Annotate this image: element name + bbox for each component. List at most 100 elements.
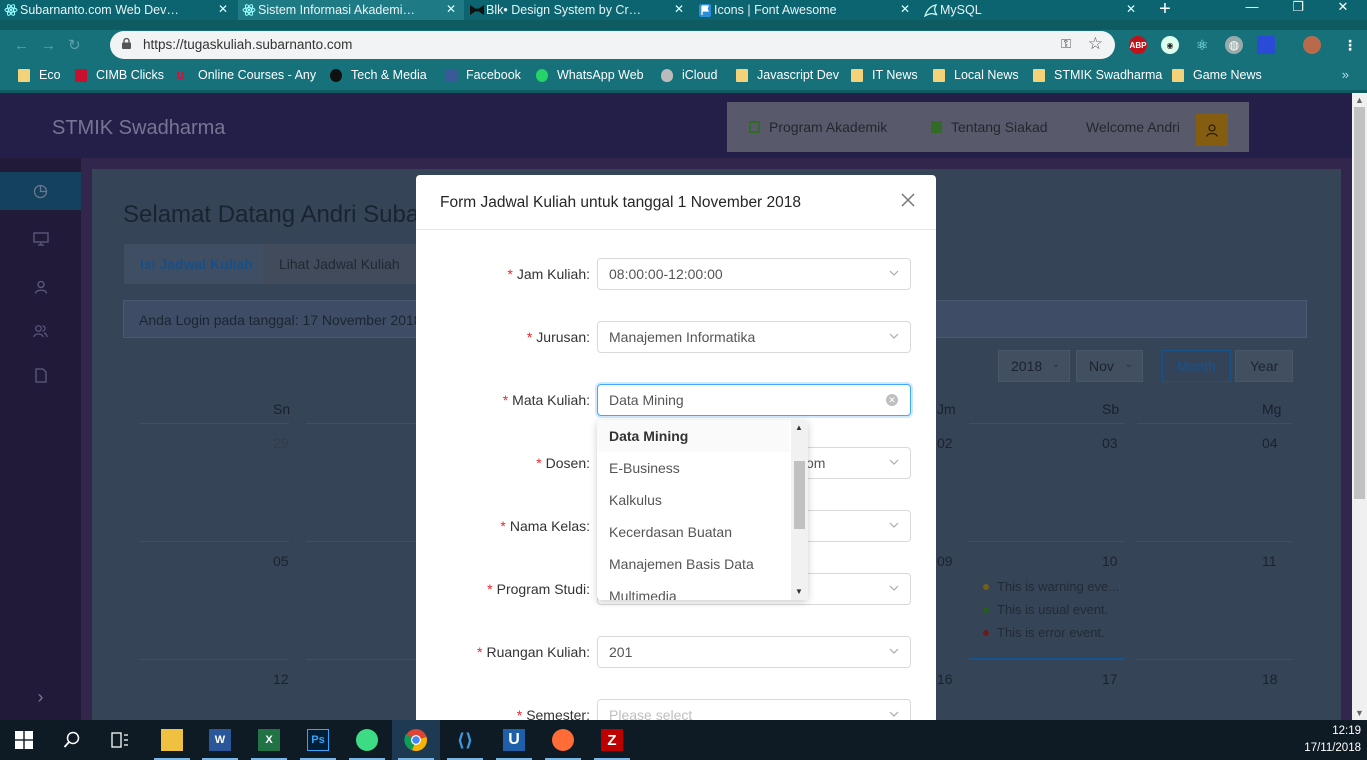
select-value: Manajemen Informatika: [609, 329, 756, 345]
scrollbar-thumb[interactable]: [1354, 107, 1365, 499]
close-icon[interactable]: ✕: [674, 2, 684, 16]
key-icon[interactable]: ⚿: [1061, 36, 1071, 52]
photoshop-taskbar[interactable]: Ps: [294, 720, 342, 760]
chevron-right-icon[interactable]: »: [1342, 67, 1349, 82]
file-explorer-taskbar[interactable]: [148, 720, 196, 760]
label-colon: :: [586, 266, 590, 282]
new-tab-button[interactable]: +: [1153, 0, 1177, 20]
browser-tab[interactable]: Blk• Design System by Creative ✕: [466, 0, 692, 20]
dropdown-option[interactable]: E-Business: [597, 452, 790, 484]
system-clock[interactable]: 12:19 17/11/2018: [1304, 723, 1361, 757]
profile-avatar[interactable]: [1303, 36, 1321, 54]
windows-taskbar: W X Ps ⟨⟩ U Z 12:19 17/11/2018: [0, 720, 1367, 760]
bookmark-label: iCloud: [682, 68, 718, 82]
field-label: * Jam Kuliah:: [507, 266, 590, 282]
required-mark: *: [536, 455, 542, 471]
extension-icon[interactable]: ◉: [1161, 36, 1179, 54]
jam-kuliah-select[interactable]: 08:00:00-12:00:00: [597, 258, 911, 290]
android-studio-taskbar[interactable]: [343, 720, 391, 760]
address-bar[interactable]: https://tugaskuliah.subarnanto.com ⚿ ☆: [110, 31, 1115, 59]
dropdown-scrollbar[interactable]: ▲ ▼: [791, 420, 808, 600]
adblock-icon[interactable]: ABP: [1129, 36, 1147, 54]
dropdown-option[interactable]: Manajemen Basis Data: [597, 548, 790, 580]
close-icon[interactable]: ✕: [218, 2, 228, 16]
label-colon: :: [586, 644, 590, 660]
bookmark-tech-media[interactable]: Tech & Media: [330, 68, 427, 82]
extension-flag-icon[interactable]: [1257, 36, 1275, 54]
dropdown-option[interactable]: Data Mining: [597, 420, 790, 452]
globe-icon[interactable]: ◍: [1225, 36, 1243, 54]
bookmark-cimb[interactable]: CIMB Clicks: [75, 68, 164, 82]
scroll-up-icon[interactable]: ▲: [1355, 95, 1364, 105]
bookmark-eco[interactable]: Eco: [18, 68, 61, 82]
page-scrollbar[interactable]: ▲ ▼: [1352, 93, 1367, 720]
vscode-taskbar[interactable]: ⟨⟩: [441, 720, 489, 760]
close-icon[interactable]: ✕: [900, 2, 910, 16]
bookmark-facebook[interactable]: Facebook: [445, 68, 521, 82]
chrome-taskbar[interactable]: [392, 720, 440, 760]
dropdown-option[interactable]: Kecerdasan Buatan: [597, 516, 790, 548]
dropdown-option[interactable]: Multimedia: [597, 580, 790, 600]
close-icon[interactable]: ✕: [1126, 2, 1136, 16]
browser-tab[interactable]: MySQL ✕: [920, 0, 1144, 20]
bookmark-icloud[interactable]: iCloud: [661, 68, 717, 82]
scroll-down-icon[interactable]: ▼: [1355, 708, 1364, 718]
browser-tab[interactable]: Subarnanto.com Web Develop ✕: [0, 0, 236, 20]
ultraedit-icon: U: [503, 729, 525, 751]
browser-tab-active[interactable]: Sistem Informasi Akademik Ka ✕: [238, 0, 464, 20]
required-mark: *: [477, 644, 483, 660]
select-value: om: [806, 455, 826, 471]
excel-icon: X: [258, 729, 280, 751]
dropdown-option[interactable]: Kalkulus: [597, 484, 790, 516]
semester-select[interactable]: Please select: [597, 699, 911, 720]
required-mark: *: [487, 581, 493, 597]
required-mark: *: [516, 707, 523, 720]
bookmark-whatsapp[interactable]: WhatsApp Web: [536, 68, 644, 82]
required-mark: *: [500, 518, 506, 534]
excel-taskbar[interactable]: X: [245, 720, 293, 760]
bookmark-local-news[interactable]: Local News: [933, 68, 1019, 82]
browser-tab[interactable]: Icons | Font Awesome ✕: [694, 0, 918, 20]
clock-date: 17/11/2018: [1304, 742, 1361, 754]
react-devtools-icon[interactable]: ⚛: [1193, 36, 1211, 54]
scrollbar-thumb[interactable]: [794, 461, 805, 529]
search-button[interactable]: [48, 720, 96, 760]
bookmarks-bar: Eco CIMB Clicks u Online Courses - Any Te…: [0, 62, 1367, 90]
scroll-up-icon[interactable]: ▲: [795, 423, 803, 432]
jurusan-select[interactable]: Manajemen Informatika: [597, 321, 911, 353]
minimize-button[interactable]: —: [1232, 0, 1272, 20]
ultraedit-taskbar[interactable]: U: [490, 720, 538, 760]
navigation-icons[interactable]: ←→↻: [14, 36, 93, 54]
label-colon: :: [586, 455, 590, 471]
bookmark-javascript-dev[interactable]: Javascript Dev: [736, 68, 839, 82]
mata-kuliah-select[interactable]: Data Mining ✕: [597, 384, 911, 416]
label-colon: :: [586, 518, 590, 534]
clock-time: 12:19: [1332, 725, 1361, 737]
close-icon[interactable]: [900, 192, 916, 208]
label-colon: :: [586, 329, 590, 345]
window-close-button[interactable]: ✕: [1323, 0, 1363, 20]
ruangan-select[interactable]: 201: [597, 636, 911, 668]
field-jurusan: * Jurusan: Manajemen Informatika: [416, 321, 936, 353]
label-text: Semester: [526, 707, 587, 720]
start-button[interactable]: [0, 720, 48, 760]
label-colon: :: [586, 392, 590, 408]
word-taskbar[interactable]: W: [196, 720, 244, 760]
postman-taskbar[interactable]: [539, 720, 587, 760]
bookmark-game-news[interactable]: Game News: [1172, 68, 1262, 82]
cimb-icon: [75, 68, 87, 82]
bookmark-stmik[interactable]: STMIK Swadharma: [1033, 68, 1162, 82]
close-icon[interactable]: ✕: [446, 2, 456, 16]
bookmark-online-courses[interactable]: u Online Courses - Any: [177, 68, 317, 83]
lock-icon: [122, 38, 131, 49]
clear-icon[interactable]: ✕: [886, 394, 898, 406]
bookmark-star-icon[interactable]: ☆: [1088, 34, 1103, 54]
scroll-down-icon[interactable]: ▼: [795, 587, 803, 596]
bookmark-label: Online Courses - Any: [198, 68, 317, 82]
bookmark-it-news[interactable]: IT News: [851, 68, 918, 82]
task-view-button[interactable]: [96, 720, 144, 760]
restore-button[interactable]: ❐: [1278, 0, 1318, 20]
menu-icon[interactable]: ⋮: [1341, 36, 1359, 54]
filezilla-taskbar[interactable]: Z: [588, 720, 636, 760]
label-colon: :: [586, 581, 590, 597]
